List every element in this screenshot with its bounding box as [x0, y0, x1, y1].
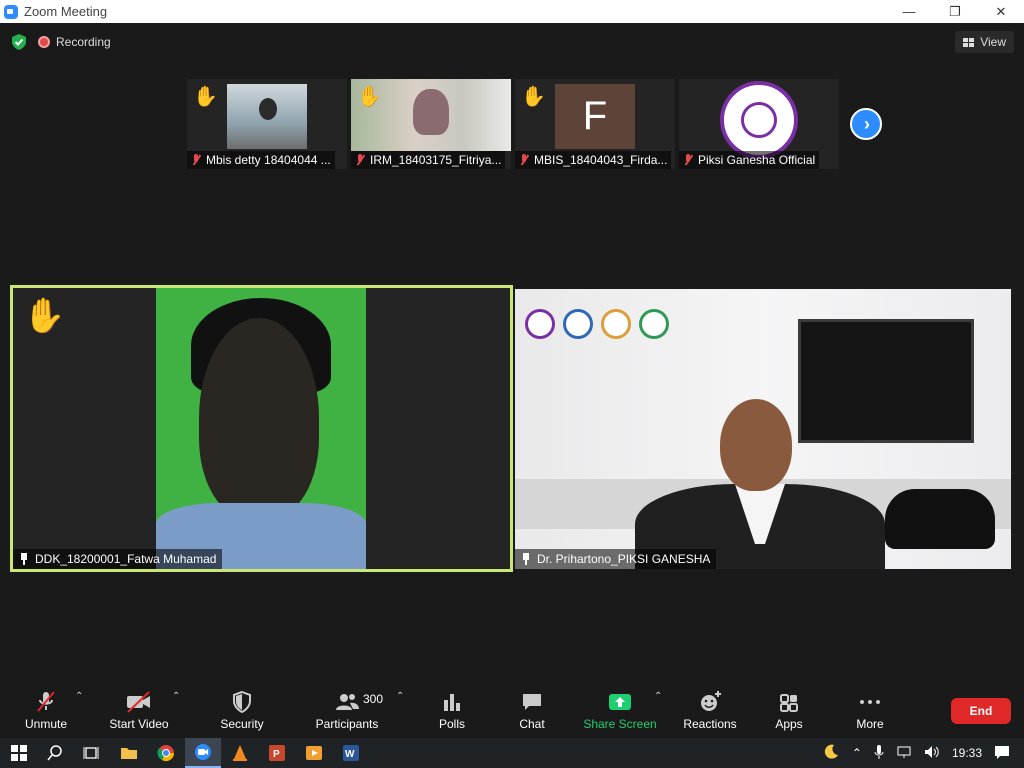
chat-bubble-icon	[523, 694, 541, 710]
participant-name: IRM_18403175_Fitriya...	[351, 151, 506, 169]
institution-logos	[525, 309, 669, 339]
participant-video	[227, 84, 307, 149]
chevron-up-icon[interactable]: ⌃	[852, 746, 862, 760]
participants-options-chevron-icon[interactable]: ⌃	[396, 691, 404, 702]
network-icon[interactable]	[896, 745, 912, 762]
task-view-icon[interactable]	[80, 742, 102, 764]
recording-label: Recording	[56, 35, 111, 49]
volume-icon[interactable]	[924, 745, 940, 762]
thumbnail-strip: ✋ Mbis detty 18404044 ... ✋ IRM_18403175…	[187, 79, 839, 169]
pin-icon	[19, 553, 29, 565]
polls-bar-chart-icon	[444, 694, 460, 711]
participant-name: Piksi Ganesha Official	[679, 151, 820, 169]
microphone-tray-icon[interactable]	[874, 744, 884, 763]
piksi-ganesha-logo-icon	[719, 81, 799, 159]
more-button[interactable]: More	[854, 685, 886, 738]
recording-dot-icon	[38, 36, 50, 48]
title-bar: Zoom Meeting — ❐ ✕	[0, 0, 1024, 23]
powerpoint-icon[interactable]: P	[266, 742, 288, 764]
participant-thumbnail[interactable]: F ✋ MBIS_18404043_Firda...	[515, 79, 675, 169]
participant-video	[156, 288, 366, 569]
participant-name: Mbis detty 18404044 ...	[187, 151, 335, 169]
svg-text:P: P	[273, 749, 280, 760]
view-grid-icon	[963, 37, 975, 47]
video-name-label: DDK_18200001_Fatwa Muhamad	[13, 549, 223, 569]
apps-button[interactable]: Apps	[773, 685, 805, 738]
end-meeting-button[interactable]: End	[951, 698, 1011, 724]
recording-indicator[interactable]: Recording	[38, 35, 111, 49]
raised-hand-icon: ✋	[521, 86, 546, 108]
svg-text:W: W	[345, 749, 355, 760]
reactions-button[interactable]: Reactions	[682, 685, 738, 738]
notifications-icon[interactable]	[994, 744, 1010, 763]
more-dots-icon	[860, 700, 880, 704]
security-button[interactable]: Security	[216, 685, 268, 738]
meeting-area: Recording View ✋ Mbis detty 18404044 ...…	[0, 23, 1024, 738]
pin-icon	[521, 553, 531, 565]
media-player-icon[interactable]	[303, 742, 325, 764]
participant-avatar-initial: F	[555, 84, 635, 149]
microphone-muted-icon	[37, 691, 55, 712]
muted-mic-icon	[683, 154, 693, 166]
polls-button[interactable]: Polls	[436, 685, 468, 738]
search-icon[interactable]	[44, 742, 66, 764]
vlc-icon[interactable]	[229, 742, 251, 764]
video-options-chevron-icon[interactable]: ⌃	[172, 691, 180, 702]
participant-thumbnail[interactable]: ✋ IRM_18403175_Fitriya...	[351, 79, 511, 169]
muted-mic-icon	[355, 154, 365, 166]
participants-count: 300	[363, 692, 384, 706]
chat-button[interactable]: Chat	[517, 685, 547, 738]
video-name-label: Dr. Prihartono_PIKSI GANESHA	[515, 549, 717, 569]
zoom-logo-icon	[4, 4, 18, 19]
system-tray: ⌃ 19:33	[816, 738, 1024, 768]
encryption-shield-icon[interactable]	[10, 33, 28, 51]
shield-icon	[233, 690, 251, 714]
file-explorer-icon[interactable]	[118, 742, 140, 764]
night-light-icon[interactable]	[822, 743, 840, 764]
share-options-chevron-icon[interactable]: ⌃	[654, 691, 662, 702]
smiley-plus-icon	[701, 691, 721, 711]
clock[interactable]: 19:33	[952, 746, 982, 760]
video-tile-left[interactable]: ✋ DDK_18200001_Fatwa Muhamad	[10, 285, 513, 572]
next-page-button[interactable]: ›	[850, 108, 882, 140]
raised-hand-icon: ✋	[23, 297, 66, 335]
start-video-button[interactable]: Start Video	[106, 685, 172, 738]
participant-video	[515, 289, 1011, 569]
apps-grid-icon	[780, 694, 798, 712]
window-title: Zoom Meeting	[24, 4, 108, 19]
windows-start-icon[interactable]	[8, 742, 30, 764]
participant-name: MBIS_18404043_Firda...	[515, 151, 672, 169]
muted-mic-icon	[191, 154, 201, 166]
participant-thumbnail[interactable]: ✋ Mbis detty 18404044 ...	[187, 79, 347, 169]
view-label: View	[980, 35, 1006, 49]
raised-hand-icon: ✋	[357, 86, 382, 108]
raised-hand-icon: ✋	[193, 86, 218, 108]
minimize-button[interactable]: —	[886, 0, 932, 23]
zoom-taskbar-icon[interactable]	[185, 738, 221, 768]
meeting-toolbar: Unmute ⌃ Start Video ⌃ Security Particip…	[0, 685, 1024, 738]
chevron-right-icon: ›	[864, 114, 870, 134]
audio-options-chevron-icon[interactable]: ⌃	[75, 691, 83, 702]
windows-taskbar: P W ⌃ 19:33	[0, 738, 1024, 768]
video-tile-right[interactable]: Dr. Prihartono_PIKSI GANESHA	[515, 289, 1011, 569]
chrome-icon[interactable]	[155, 742, 177, 764]
camera-off-icon	[127, 691, 150, 713]
share-screen-arrow-icon	[609, 694, 631, 710]
word-icon[interactable]: W	[340, 742, 362, 764]
view-button[interactable]: View	[955, 31, 1014, 53]
participants-icon	[336, 694, 359, 710]
restore-button[interactable]: ❐	[932, 0, 978, 23]
muted-mic-icon	[519, 154, 529, 166]
close-button[interactable]: ✕	[978, 0, 1024, 23]
unmute-button[interactable]: Unmute	[22, 685, 70, 738]
participant-thumbnail[interactable]: Piksi Ganesha Official	[679, 79, 839, 169]
share-screen-button[interactable]: Share Screen	[583, 685, 657, 738]
